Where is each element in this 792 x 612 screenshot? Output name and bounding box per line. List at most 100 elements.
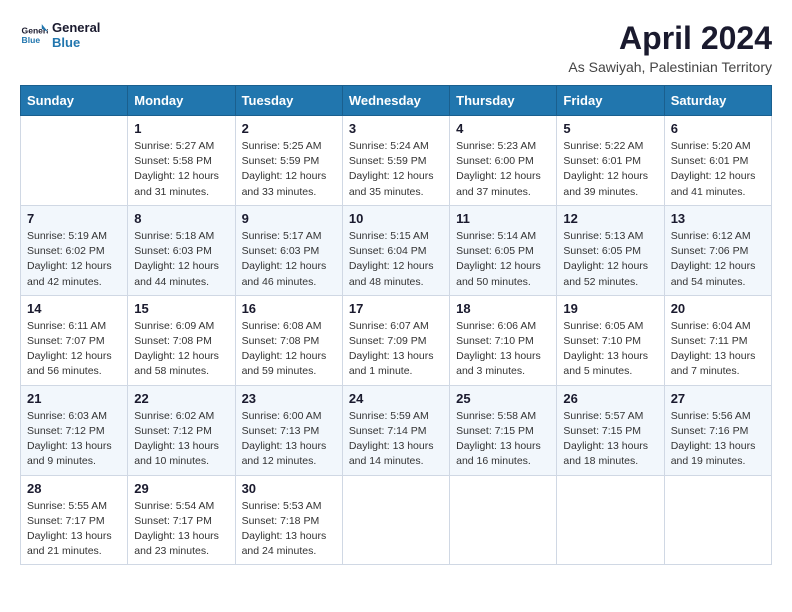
day-info: Sunrise: 5:57 AM Sunset: 7:15 PM Dayligh…	[563, 409, 657, 470]
day-number: 24	[349, 391, 443, 406]
day-number: 2	[242, 121, 336, 136]
day-info: Sunrise: 6:04 AM Sunset: 7:11 PM Dayligh…	[671, 319, 765, 380]
day-info: Sunrise: 5:22 AM Sunset: 6:01 PM Dayligh…	[563, 139, 657, 200]
calendar-cell: 29Sunrise: 5:54 AM Sunset: 7:17 PM Dayli…	[128, 475, 235, 565]
day-info: Sunrise: 5:15 AM Sunset: 6:04 PM Dayligh…	[349, 229, 443, 290]
day-info: Sunrise: 5:25 AM Sunset: 5:59 PM Dayligh…	[242, 139, 336, 200]
calendar-cell	[450, 475, 557, 565]
calendar-cell: 12Sunrise: 5:13 AM Sunset: 6:05 PM Dayli…	[557, 205, 664, 295]
weekday-header-wednesday: Wednesday	[342, 86, 449, 116]
calendar-cell: 7 Sunrise: 5:19 AM Sunset: 6:02 PM Daylig…	[21, 205, 128, 295]
day-info: Sunrise: 5:56 AM Sunset: 7:16 PM Dayligh…	[671, 409, 765, 470]
day-number: 15	[134, 301, 228, 316]
calendar-week-row: 21 Sunrise: 6:03 AM Sunset: 7:12 PM Dayli…	[21, 385, 772, 475]
day-number: 16	[242, 301, 336, 316]
title-block: April 2024 As Sawiyah, Palestinian Terri…	[568, 20, 772, 75]
calendar-week-row: 1 Sunrise: 5:27 AM Sunset: 5:58 PM Daylig…	[21, 116, 772, 206]
calendar-cell: 6 Sunrise: 5:20 AM Sunset: 6:01 PM Daylig…	[664, 116, 771, 206]
calendar-cell: 17 Sunrise: 6:07 AM Sunset: 7:09 PM Dayli…	[342, 295, 449, 385]
weekday-header-friday: Friday	[557, 86, 664, 116]
day-number: 22	[134, 391, 228, 406]
calendar-week-row: 14 Sunrise: 6:11 AM Sunset: 7:07 PM Dayli…	[21, 295, 772, 385]
day-info: Sunrise: 5:18 AM Sunset: 6:03 PM Dayligh…	[134, 229, 228, 290]
logo: General Blue General Blue	[20, 20, 100, 50]
day-number: 18	[456, 301, 550, 316]
day-number: 4	[456, 121, 550, 136]
calendar-cell: 15 Sunrise: 6:09 AM Sunset: 7:08 PM Dayli…	[128, 295, 235, 385]
page-header: General Blue General Blue April 2024 As …	[20, 20, 772, 75]
day-number: 1	[134, 121, 228, 136]
day-number: 30	[242, 481, 336, 496]
calendar-cell: 14 Sunrise: 6:11 AM Sunset: 7:07 PM Dayli…	[21, 295, 128, 385]
day-info: Sunrise: 5:20 AM Sunset: 6:01 PM Dayligh…	[671, 139, 765, 200]
day-number: 10	[349, 211, 443, 226]
calendar-table: SundayMondayTuesdayWednesdayThursdayFrid…	[20, 85, 772, 565]
day-number: 8	[134, 211, 228, 226]
day-info: Sunrise: 5:14 AM Sunset: 6:05 PM Dayligh…	[456, 229, 550, 290]
calendar-cell: 10 Sunrise: 5:15 AM Sunset: 6:04 PM Dayli…	[342, 205, 449, 295]
calendar-cell: 1 Sunrise: 5:27 AM Sunset: 5:58 PM Daylig…	[128, 116, 235, 206]
calendar-cell: 19 Sunrise: 6:05 AM Sunset: 7:10 PM Dayli…	[557, 295, 664, 385]
calendar-cell: 20Sunrise: 6:04 AM Sunset: 7:11 PM Dayli…	[664, 295, 771, 385]
logo-general: General	[52, 20, 100, 35]
calendar-cell: 2 Sunrise: 5:25 AM Sunset: 5:59 PM Daylig…	[235, 116, 342, 206]
day-info: Sunrise: 6:02 AM Sunset: 7:12 PM Dayligh…	[134, 409, 228, 470]
calendar-cell	[342, 475, 449, 565]
day-number: 9	[242, 211, 336, 226]
logo-icon: General Blue	[20, 21, 48, 49]
calendar-cell: 11Sunrise: 5:14 AM Sunset: 6:05 PM Dayli…	[450, 205, 557, 295]
calendar-cell: 3 Sunrise: 5:24 AM Sunset: 5:59 PM Daylig…	[342, 116, 449, 206]
day-info: Sunrise: 6:03 AM Sunset: 7:12 PM Dayligh…	[27, 409, 121, 470]
day-number: 27	[671, 391, 765, 406]
day-number: 28	[27, 481, 121, 496]
day-number: 14	[27, 301, 121, 316]
day-number: 7	[27, 211, 121, 226]
day-number: 19	[563, 301, 657, 316]
calendar-cell: 9Sunrise: 5:17 AM Sunset: 6:03 PM Daylig…	[235, 205, 342, 295]
calendar-cell: 27 Sunrise: 5:56 AM Sunset: 7:16 PM Dayli…	[664, 385, 771, 475]
day-number: 29	[134, 481, 228, 496]
calendar-cell: 4Sunrise: 5:23 AM Sunset: 6:00 PM Daylig…	[450, 116, 557, 206]
day-info: Sunrise: 5:53 AM Sunset: 7:18 PM Dayligh…	[242, 499, 336, 560]
calendar-cell: 28 Sunrise: 5:55 AM Sunset: 7:17 PM Dayli…	[21, 475, 128, 565]
weekday-header-tuesday: Tuesday	[235, 86, 342, 116]
day-number: 6	[671, 121, 765, 136]
day-number: 21	[27, 391, 121, 406]
day-number: 17	[349, 301, 443, 316]
calendar-cell: 5 Sunrise: 5:22 AM Sunset: 6:01 PM Daylig…	[557, 116, 664, 206]
day-info: Sunrise: 6:08 AM Sunset: 7:08 PM Dayligh…	[242, 319, 336, 380]
day-info: Sunrise: 5:27 AM Sunset: 5:58 PM Dayligh…	[134, 139, 228, 200]
day-number: 23	[242, 391, 336, 406]
day-number: 13	[671, 211, 765, 226]
calendar-cell	[21, 116, 128, 206]
calendar-cell: 24Sunrise: 5:59 AM Sunset: 7:14 PM Dayli…	[342, 385, 449, 475]
logo-blue: Blue	[52, 35, 100, 50]
day-info: Sunrise: 6:09 AM Sunset: 7:08 PM Dayligh…	[134, 319, 228, 380]
day-info: Sunrise: 6:00 AM Sunset: 7:13 PM Dayligh…	[242, 409, 336, 470]
day-number: 5	[563, 121, 657, 136]
day-number: 3	[349, 121, 443, 136]
calendar-cell: 13 Sunrise: 6:12 AM Sunset: 7:06 PM Dayli…	[664, 205, 771, 295]
day-info: Sunrise: 6:06 AM Sunset: 7:10 PM Dayligh…	[456, 319, 550, 380]
day-info: Sunrise: 5:24 AM Sunset: 5:59 PM Dayligh…	[349, 139, 443, 200]
month-title: April 2024	[568, 20, 772, 57]
day-info: Sunrise: 6:07 AM Sunset: 7:09 PM Dayligh…	[349, 319, 443, 380]
calendar-cell	[557, 475, 664, 565]
weekday-header-monday: Monday	[128, 86, 235, 116]
calendar-cell	[664, 475, 771, 565]
calendar-cell: 23 Sunrise: 6:00 AM Sunset: 7:13 PM Dayli…	[235, 385, 342, 475]
calendar-cell: 25Sunrise: 5:58 AM Sunset: 7:15 PM Dayli…	[450, 385, 557, 475]
day-number: 26	[563, 391, 657, 406]
location-subtitle: As Sawiyah, Palestinian Territory	[568, 59, 772, 75]
weekday-header-saturday: Saturday	[664, 86, 771, 116]
weekday-header-sunday: Sunday	[21, 86, 128, 116]
svg-text:Blue: Blue	[22, 35, 41, 45]
day-info: Sunrise: 5:55 AM Sunset: 7:17 PM Dayligh…	[27, 499, 121, 560]
day-info: Sunrise: 6:12 AM Sunset: 7:06 PM Dayligh…	[671, 229, 765, 290]
weekday-header-thursday: Thursday	[450, 86, 557, 116]
day-info: Sunrise: 6:11 AM Sunset: 7:07 PM Dayligh…	[27, 319, 121, 380]
calendar-cell: 16 Sunrise: 6:08 AM Sunset: 7:08 PM Dayli…	[235, 295, 342, 385]
day-info: Sunrise: 6:05 AM Sunset: 7:10 PM Dayligh…	[563, 319, 657, 380]
day-info: Sunrise: 5:19 AM Sunset: 6:02 PM Dayligh…	[27, 229, 121, 290]
calendar-cell: 30 Sunrise: 5:53 AM Sunset: 7:18 PM Dayli…	[235, 475, 342, 565]
